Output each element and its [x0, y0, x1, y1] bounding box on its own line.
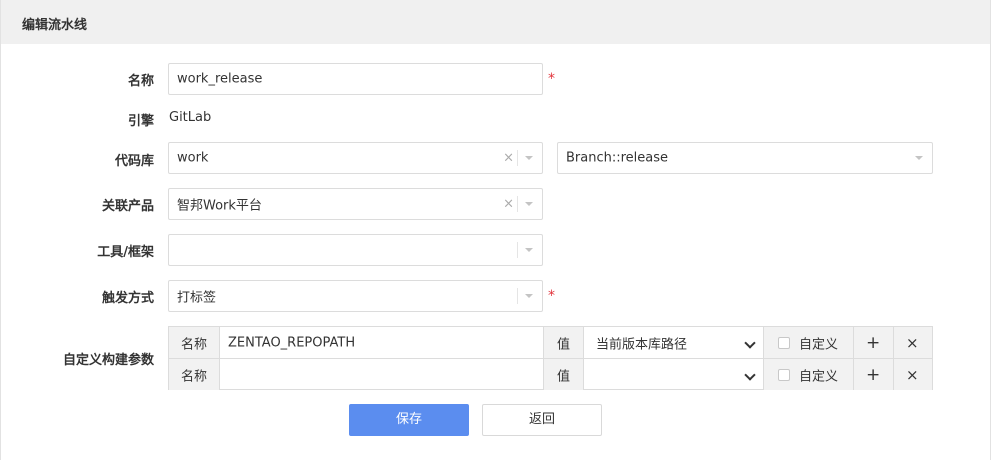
product-select-separator [517, 196, 518, 212]
repo-clear-icon[interactable]: × [503, 151, 514, 166]
param-custom-label: 自定义 [799, 369, 839, 384]
plus-icon: + [866, 332, 881, 353]
param-custom-cell[interactable]: 自定义 [764, 327, 854, 358]
trigger-select-separator [517, 288, 518, 304]
branch-select[interactable]: Branch::release [557, 142, 933, 174]
param-row: 名称 ZENTAO_REPOPATH 值 当前版本库路径 自定义 + × [169, 327, 932, 358]
param-name-label: 名称 [181, 369, 208, 384]
plus-icon: + [866, 364, 881, 385]
param-custom-label: 自定义 [799, 337, 839, 352]
frame-border-left [0, 44, 1, 460]
trigger-label: 触发方式 [101, 291, 154, 306]
param-value-label-cell: 值 [544, 327, 584, 358]
param-value-selected: 当前版本库路径 [596, 337, 688, 352]
params-label: 自定义构建参数 [62, 353, 154, 368]
repo-select[interactable]: work × [168, 142, 543, 174]
param-row: 名称 值 自定义 + × [169, 359, 932, 390]
save-button[interactable]: 保存 [349, 404, 469, 436]
repo-chevron-down-icon [525, 156, 533, 160]
param-value-label: 值 [557, 337, 571, 352]
back-button[interactable]: 返回 [482, 404, 602, 436]
page-header: 编辑流水线 [0, 0, 991, 44]
param-name-input[interactable]: ZENTAO_REPOPATH [220, 327, 544, 358]
param-value-label-cell: 值 [544, 359, 584, 390]
param-value-chevron-down-icon [744, 368, 756, 381]
trigger-required-mark: * [548, 288, 555, 304]
param-name-label-cell: 名称 [169, 327, 220, 358]
param-remove-button[interactable]: × [894, 359, 932, 390]
param-name-label: 名称 [181, 337, 208, 352]
branch-chevron-down-icon [915, 156, 923, 160]
param-remove-button[interactable]: × [894, 327, 932, 358]
param-add-button[interactable]: + [854, 359, 894, 390]
branch-select-value: Branch::release [566, 150, 669, 166]
name-input[interactable]: work_release [168, 63, 543, 95]
name-input-value: work_release [177, 71, 263, 87]
page-title: 编辑流水线 [22, 18, 88, 33]
param-value-label: 值 [557, 369, 571, 384]
tool-select[interactable] [168, 234, 543, 266]
close-icon: × [906, 365, 919, 384]
trigger-select-value: 打标签 [177, 290, 217, 306]
name-required-mark: * [548, 71, 555, 87]
product-select[interactable]: 智邦Work平台 × [168, 188, 543, 220]
param-value-select[interactable]: 当前版本库路径 [584, 327, 764, 358]
repo-select-value: work [177, 150, 209, 166]
product-label: 关联产品 [101, 199, 154, 214]
param-value-chevron-down-icon [744, 336, 756, 349]
repo-select-separator [517, 150, 518, 166]
trigger-chevron-down-icon [525, 294, 533, 298]
param-value-select[interactable] [584, 359, 764, 390]
trigger-select[interactable]: 打标签 [168, 280, 543, 312]
product-chevron-down-icon [525, 202, 533, 206]
tool-chevron-down-icon [525, 248, 533, 252]
name-label: 名称 [127, 74, 154, 89]
engine-label: 引擎 [127, 114, 154, 129]
tool-select-separator [517, 242, 518, 258]
param-add-button[interactable]: + [854, 327, 894, 358]
product-select-value: 智邦Work平台 [177, 198, 262, 214]
close-icon: × [906, 333, 919, 352]
param-name-value: ZENTAO_REPOPATH [228, 335, 356, 350]
product-clear-icon[interactable]: × [503, 197, 514, 212]
param-custom-checkbox[interactable] [778, 336, 790, 349]
param-name-label-cell: 名称 [169, 359, 220, 390]
tool-label: 工具/框架 [97, 245, 154, 260]
params-table: 名称 ZENTAO_REPOPATH 值 当前版本库路径 自定义 + × 名称 [168, 326, 933, 390]
param-name-input[interactable] [220, 359, 544, 390]
param-custom-cell[interactable]: 自定义 [764, 359, 854, 390]
repo-label: 代码库 [114, 154, 154, 169]
engine-value: GitLab [169, 110, 212, 125]
param-custom-checkbox[interactable] [778, 368, 790, 381]
